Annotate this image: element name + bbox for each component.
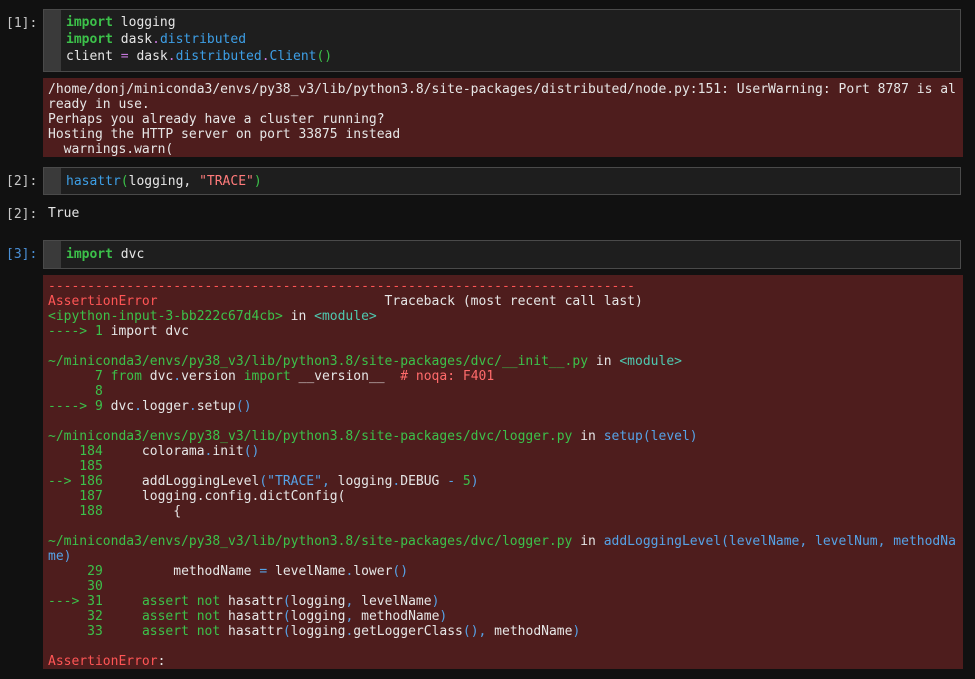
cell-1-stderr: /home/donj/miniconda3/envs/py38_v3/lib/p…: [43, 78, 963, 157]
output-result: True: [48, 206, 80, 221]
cell-2-prompt: [2]:: [6, 174, 38, 189]
stderr-text: /home/donj/miniconda3/envs/py38_v3/lib/p…: [48, 82, 956, 157]
cell-3-traceback: ----------------------------------------…: [43, 275, 963, 669]
cell-2-input[interactable]: hasattr(logging, "TRACE"): [43, 167, 961, 195]
traceback-text: ----------------------------------------…: [48, 279, 956, 669]
cell-3-prompt: [3]:: [6, 247, 38, 262]
cell-1-input[interactable]: import logging import dask.distributed c…: [43, 9, 961, 72]
cell-3-gutter: [44, 241, 61, 268]
cell-3-code[interactable]: import dvc: [66, 246, 144, 263]
cell-1-code[interactable]: import logging import dask.distributed c…: [66, 14, 332, 65]
cell-3-input[interactable]: import dvc: [43, 240, 961, 269]
cell-2-output: True: [48, 206, 79, 221]
cell-2-gutter: [44, 168, 61, 194]
cell-1-prompt: [1]:: [6, 16, 38, 31]
cell-2-code[interactable]: hasattr(logging, "TRACE"): [66, 173, 262, 190]
cell-2-out-prompt: [2]:: [6, 207, 38, 222]
cell-1-gutter: [44, 10, 61, 71]
